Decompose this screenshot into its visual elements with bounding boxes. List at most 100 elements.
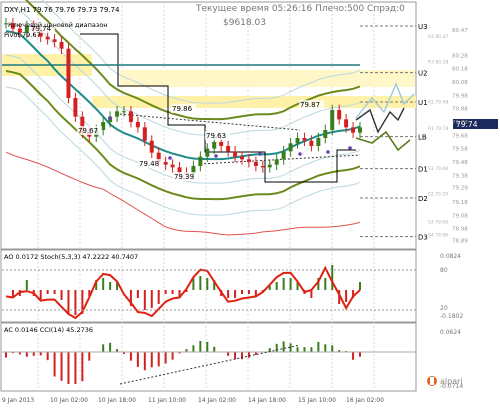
- price-axis-tick-4: 79.98: [452, 93, 468, 99]
- price-label-2: 79.86: [172, 105, 193, 113]
- candle-body-21: [149, 140, 154, 153]
- candle-body-16: [115, 111, 120, 117]
- fractal-marker-3: [258, 152, 262, 156]
- candle-body-9: [66, 48, 71, 98]
- candle-body-43: [302, 138, 307, 141]
- time-axis-tick-7: 16 Jan 02:00: [346, 397, 384, 404]
- candle-body-33: [233, 151, 238, 157]
- time-axis-tick-4: 14 Jan 02:00: [198, 397, 236, 404]
- candle-body-48: [337, 110, 342, 120]
- price-axis-tick-1: 80.28: [452, 53, 468, 59]
- candle-body-20: [142, 127, 147, 141]
- indicator-title: Ключевой ценовой диапазон: [8, 21, 108, 29]
- osc-axis-tick-0: 0.0824: [440, 253, 461, 260]
- acc-axis-tick-0: 0.0624: [440, 329, 461, 336]
- candle-body-47: [330, 110, 335, 130]
- pivot-tiny-label-1: R3 80.28: [428, 59, 448, 65]
- fractal-marker-6: [348, 146, 352, 150]
- fractal-marker-2: [214, 154, 218, 158]
- pivot-tiny-label-0: R4 80.47: [428, 34, 448, 40]
- candle-body-40: [281, 151, 286, 160]
- candle-body-42: [295, 138, 300, 144]
- chart-canvas: U3U2U1LBD1D2D3 79.7479.6779.8679.4879.39…: [0, 0, 500, 408]
- level-label-U3: U3: [418, 23, 428, 31]
- candle-body-34: [240, 156, 244, 160]
- candle-body-46: [323, 130, 328, 138]
- price-axis-tick-11: 79.29: [452, 185, 468, 191]
- time-line: Текущее время 05:26:16 Плечо:500 Спрэд:0: [195, 4, 405, 14]
- candle-body-32: [226, 146, 231, 152]
- candle-body-29: [205, 148, 210, 157]
- price-label-6: 79.87: [300, 101, 320, 109]
- pivot-tiny-label-2: R2 79.98: [428, 99, 448, 105]
- osc-axis-tick-1: 80: [440, 267, 448, 274]
- price-axis-tick-0: 80.47: [452, 28, 468, 34]
- price-axis-tick-6: 79.78: [452, 120, 468, 126]
- pivot-tiny-label-3: R1 79.78: [428, 126, 448, 132]
- fractal-marker-1: [168, 156, 172, 160]
- alpari-logo: alpari: [427, 376, 463, 386]
- level-label-D1: D1: [418, 166, 428, 174]
- price-axis-tick-7: 79.68: [452, 133, 468, 139]
- osc-axis-tick-2: 20: [440, 305, 448, 312]
- candle-body-28: [198, 156, 203, 166]
- candle-body-38: [267, 164, 272, 168]
- time-axis-tick-6: 15 Jan 10:00: [298, 397, 336, 404]
- symbol-line: DXY,H1 79.76 79.76 79.73 79.74: [4, 6, 120, 14]
- candle-body-23: [163, 162, 168, 165]
- pivot-tiny-label-6: S3 79.08: [428, 219, 448, 225]
- level-label-D3: D3: [418, 234, 428, 242]
- candle-body-30: [212, 142, 217, 149]
- price-label-1: 79.67: [78, 127, 98, 135]
- pivot-tiny-label-5: S2 79.29: [428, 191, 448, 197]
- equity-line: $9618.03: [223, 18, 266, 28]
- price-axis-tick-9: 79.48: [452, 160, 468, 166]
- candle-body-25: [177, 167, 182, 173]
- price-axis-tick-15: 78.89: [452, 239, 468, 245]
- candle-body-8: [59, 42, 64, 49]
- pivot-tiny-label-7: S4 78.98: [428, 233, 448, 239]
- price-axis-tick-14: 78.98: [452, 227, 468, 233]
- candle-body-41: [288, 143, 293, 152]
- level-label-U1: U1: [418, 99, 428, 107]
- candle-body-44: [309, 140, 314, 146]
- candle-body-19: [135, 122, 140, 128]
- price-label-5: 79.63: [206, 132, 226, 140]
- candle-body-31: [219, 142, 224, 146]
- level-label-D2: D2: [418, 195, 428, 203]
- price-axis-tick-2: 80.18: [452, 67, 468, 73]
- candle-body-51: [358, 127, 362, 133]
- candle-body-39: [274, 159, 279, 165]
- alpari-logo-mark: [430, 377, 434, 385]
- candle-body-50: [351, 127, 356, 133]
- osc-axis-tick-3: -0.1802: [440, 313, 463, 320]
- time-axis-tick-2: 10 Jan 18:00: [98, 397, 136, 404]
- price-axis-tick-13: 79.08: [452, 213, 468, 219]
- price-label-4: 79.39: [174, 173, 194, 181]
- candle-body-37: [260, 166, 265, 168]
- price-axis-tick-5: 79.88: [452, 107, 468, 113]
- time-axis-tick-1: 10 Jan 02:00: [50, 397, 88, 404]
- candle-body-24: [170, 164, 175, 168]
- candle-body-35: [246, 159, 251, 162]
- time-axis-tick-3: 11 Jan 10:00: [148, 397, 186, 404]
- time-axis-tick-0: 9 Jan 2013: [2, 397, 34, 404]
- candle-body-6: [45, 36, 50, 40]
- candle-body-10: [73, 98, 78, 117]
- pivot-label: Pivot 79.67: [4, 31, 41, 39]
- fractal-marker-5: [326, 150, 330, 154]
- price-axis-tick-12: 79.18: [452, 200, 468, 206]
- candle-body-17: [122, 111, 126, 113]
- fractal-marker-4: [298, 152, 302, 156]
- pivot-tiny-label-4: S1 79.48: [428, 166, 448, 172]
- level-label-LB: LB: [418, 134, 427, 142]
- candle-body-7: [52, 39, 57, 42]
- price-label-3: 79.48: [139, 160, 159, 168]
- time-axis-tick-5: 14 Jan 18:00: [248, 397, 286, 404]
- ac-cci-label: AC 0.0146 CCI(14) 45.2736: [4, 326, 93, 334]
- candle-body-36: [253, 162, 258, 166]
- fractal-marker-0: [108, 116, 112, 120]
- ao-stoch-label: AO 0.0172 Stoch(5,3,3) 47.2222 40.7407: [4, 253, 138, 261]
- chart-window: U3 U2 U1 LB D1 D2 D3 79.74 79.67 79.86 79.48 79.39…: [0, 0, 500, 408]
- brand-name: alpari: [440, 377, 463, 386]
